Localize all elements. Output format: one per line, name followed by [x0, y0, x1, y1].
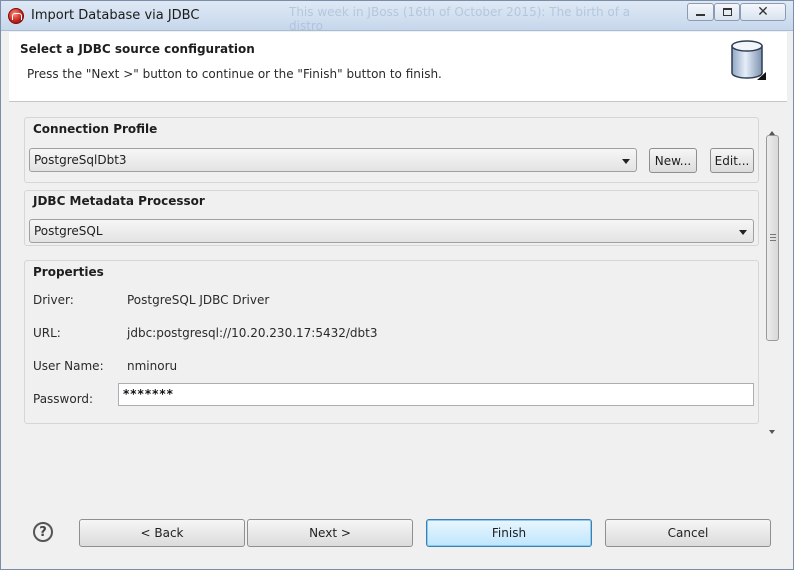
chevron-down-icon — [739, 230, 747, 235]
back-button[interactable]: < Back — [79, 519, 245, 547]
new-profile-button[interactable]: New... — [649, 148, 697, 173]
maximize-icon — [722, 8, 732, 16]
page-description: Press the "Next >" button to continue or… — [27, 67, 442, 81]
url-label: URL: — [33, 326, 61, 340]
user-name-value: nminoru — [127, 359, 178, 373]
metadata-processor-select[interactable]: PostgreSQL — [29, 219, 754, 243]
window-title: Import Database via JDBC — [31, 8, 200, 23]
grip-icon — [770, 234, 776, 241]
cancel-button[interactable]: Cancel — [605, 519, 771, 547]
properties-label: Properties — [33, 265, 104, 279]
wizard-footer: ? < Back Next > Finish Cancel — [1, 503, 793, 569]
scroll-down-icon[interactable] — [769, 430, 775, 434]
title-bar[interactable]: Import Database via JDBC This week in JB… — [1, 1, 793, 33]
eclipse-app-icon — [8, 8, 24, 24]
help-icon[interactable]: ? — [33, 522, 53, 542]
background-window-title: This week in JBoss (16th of October 2015… — [289, 5, 631, 33]
close-icon: ✕ — [757, 4, 769, 20]
finish-button[interactable]: Finish — [426, 519, 592, 547]
connection-profile-group: Connection Profile PostgreSqlDbt3 New...… — [24, 117, 759, 183]
content-scrollbar[interactable] — [764, 125, 781, 439]
wizard-header: Select a JDBC source configuration Press… — [9, 32, 787, 102]
next-button[interactable]: Next > — [247, 519, 413, 547]
driver-value: PostgreSQL JDBC Driver — [127, 293, 270, 307]
driver-label: Driver: — [33, 293, 74, 307]
close-button[interactable]: ✕ — [740, 3, 786, 21]
connection-profile-value: PostgreSqlDbt3 — [34, 153, 127, 167]
database-icon — [731, 40, 766, 80]
scrollbar-thumb[interactable] — [766, 135, 779, 341]
edit-profile-button[interactable]: Edit... — [710, 148, 754, 173]
import-jdbc-dialog: Import Database via JDBC This week in JB… — [0, 0, 794, 570]
minimize-icon — [696, 14, 705, 16]
properties-group: Properties Driver: PostgreSQL JDBC Drive… — [24, 260, 759, 424]
wizard-content: Connection Profile PostgreSqlDbt3 New...… — [9, 103, 787, 503]
url-value: jdbc:postgresql://10.20.230.17:5432/dbt3 — [127, 326, 378, 340]
minimize-button[interactable] — [687, 3, 714, 21]
password-field[interactable]: ******* — [118, 383, 754, 406]
maximize-button[interactable] — [714, 3, 740, 21]
password-label: Password: — [33, 392, 94, 406]
user-name-label: User Name: — [33, 359, 104, 373]
chevron-down-icon — [622, 159, 630, 164]
metadata-processor-label: JDBC Metadata Processor — [33, 194, 205, 208]
connection-profile-label: Connection Profile — [33, 122, 158, 136]
connection-profile-select[interactable]: PostgreSqlDbt3 — [29, 148, 637, 172]
page-title: Select a JDBC source configuration — [20, 42, 255, 56]
metadata-processor-value: PostgreSQL — [34, 224, 103, 238]
metadata-processor-group: JDBC Metadata Processor PostgreSQL — [24, 190, 759, 246]
